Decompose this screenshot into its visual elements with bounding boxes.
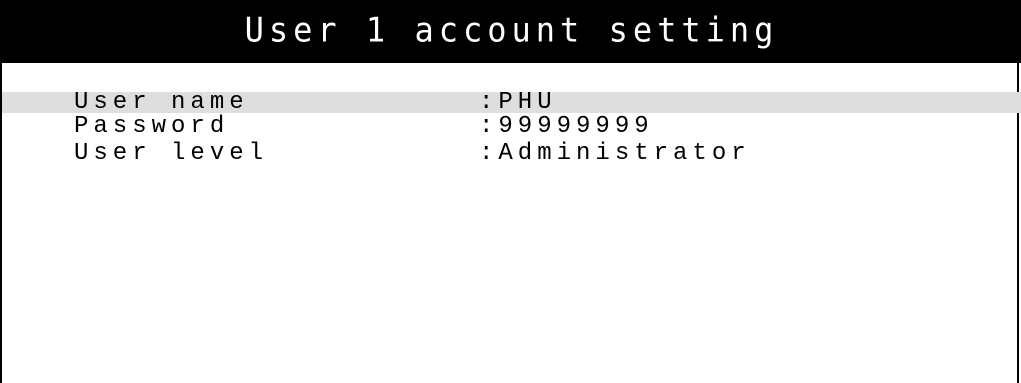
field-row-user-level[interactable]: User level :Administrator — [2, 140, 1021, 167]
field-row-password[interactable]: Password :99999999 — [2, 113, 1021, 140]
title-bar: User 1 account setting — [2, 0, 1021, 63]
field-label-password: Password — [74, 113, 230, 140]
field-row-user-name[interactable]: User name :PHU — [2, 89, 1021, 116]
field-label-user-name: User name — [74, 89, 249, 116]
screen-title: User 1 account setting — [244, 10, 779, 50]
settings-screen: User 1 account setting User name :PHU Pa… — [0, 0, 1021, 383]
field-label-user-level: User level — [74, 140, 269, 167]
field-value-password[interactable]: :99999999 — [479, 113, 654, 140]
account-fields: User name :PHU Password :99999999 User l… — [2, 89, 1021, 167]
field-value-user-level[interactable]: :Administrator — [479, 140, 751, 167]
field-value-user-name[interactable]: :PHU — [479, 89, 557, 116]
